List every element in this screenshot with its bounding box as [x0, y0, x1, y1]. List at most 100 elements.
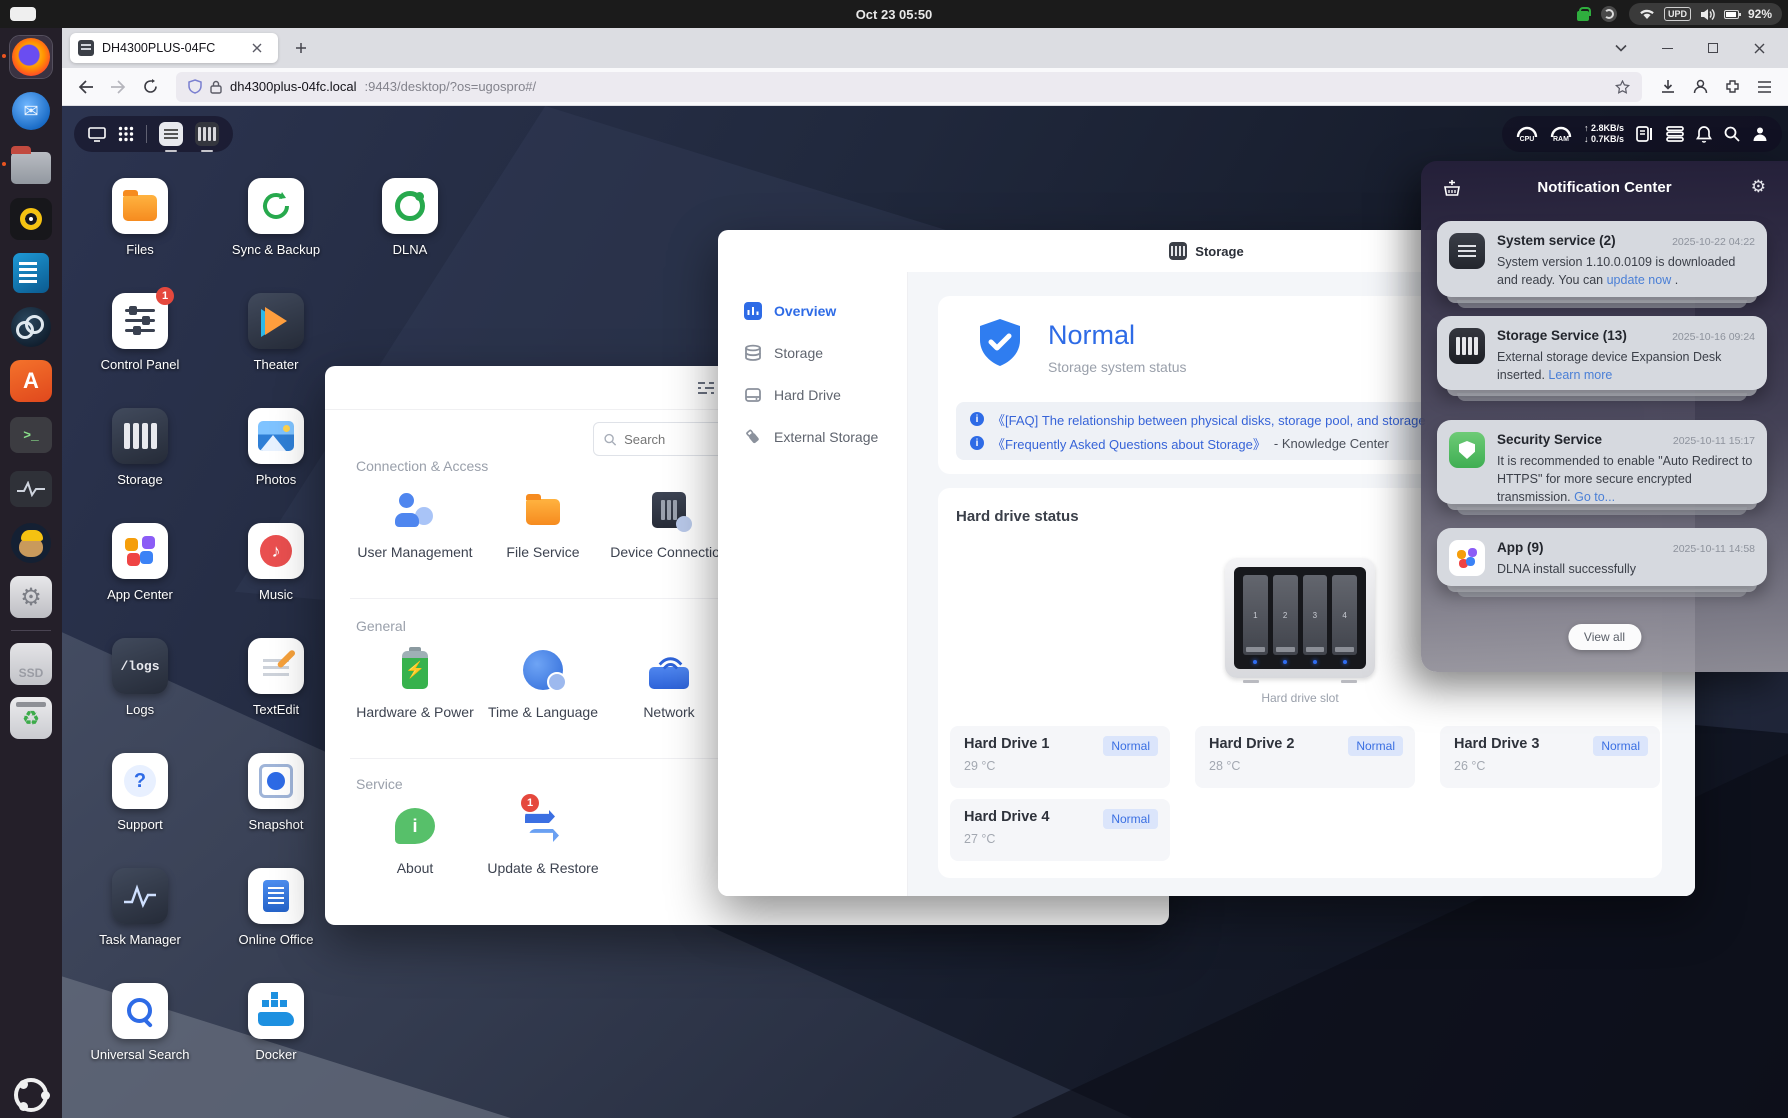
bell-icon[interactable]	[1696, 126, 1712, 143]
maximize-button[interactable]	[1700, 35, 1726, 61]
ram-gauge[interactable]: RAM	[1550, 126, 1572, 143]
desktop-icon-dlna[interactable]: DLNA	[350, 178, 470, 293]
desktop-icon-logs[interactable]: /logsLogs	[80, 638, 200, 753]
control-panel-icon: 1	[112, 293, 168, 349]
url-bar[interactable]: dh4300plus-04fc.local:9443/desktop/?os=u…	[176, 72, 1642, 102]
cp-item-update-restore[interactable]: 1Update & Restore	[478, 802, 608, 876]
menu-hamburger-icon[interactable]	[1750, 73, 1778, 101]
tab-list-chevron-icon[interactable]	[1608, 35, 1634, 61]
dock-app-center-icon[interactable]: A	[10, 360, 52, 402]
dock-libreoffice-writer-icon[interactable]	[10, 252, 52, 294]
notification-system-service[interactable]: System service (2)2025-10-22 04:22 Syste…	[1437, 221, 1767, 297]
cp-item-file-service[interactable]: File Service	[478, 486, 608, 560]
desktop-icon-task-manager[interactable]: Task Manager	[80, 868, 200, 983]
downloads-icon[interactable]	[1654, 73, 1682, 101]
desktop-icon-theater[interactable]: Theater	[216, 293, 336, 408]
desktop-icon-app-center[interactable]: App Center	[80, 523, 200, 638]
dock-firefox-icon[interactable]	[10, 36, 52, 78]
hard-drive-1-card: Hard Drive 1 29 °C Normal	[950, 726, 1170, 788]
cp-item-about[interactable]: iAbout	[350, 802, 480, 876]
desktop-icon-music[interactable]: ♪Music	[216, 523, 336, 638]
support-icon: ?	[112, 753, 168, 809]
notification-storage-service[interactable]: Storage Service (13)2025-10-16 09:24 Ext…	[1437, 316, 1767, 390]
notification-settings-gear-icon[interactable]: ⚙	[1751, 177, 1766, 197]
tray-swirl-icon[interactable]	[1601, 6, 1617, 22]
extensions-icon[interactable]	[1718, 73, 1746, 101]
view-all-button[interactable]: View all	[1568, 624, 1641, 650]
music-icon: ♪	[248, 523, 304, 579]
taskbar-control-panel-window[interactable]	[159, 122, 183, 146]
drive-temperature: 28 °C	[1209, 759, 1401, 773]
desktop-icon-support[interactable]: ?Support	[80, 753, 200, 868]
cp-item-device-connection[interactable]: Device Connection	[604, 486, 734, 560]
back-button[interactable]	[72, 73, 100, 101]
taskbar-storage-window[interactable]	[195, 122, 219, 146]
cp-item-network[interactable]: Network	[604, 646, 734, 720]
system-clock[interactable]: Oct 23 05:50	[0, 0, 1788, 28]
dock-rhythmbox-icon[interactable]	[10, 198, 52, 240]
go-to-link[interactable]: Go to...	[1574, 490, 1615, 504]
network-speeds[interactable]: ↑ 2.8KB/s ↓ 0.7KB/s	[1584, 123, 1624, 146]
pulse-chart-icon	[10, 471, 52, 507]
dock-ubuntu-logo-icon[interactable]	[14, 1078, 48, 1112]
desktop-icon-textedit[interactable]: TextEdit	[216, 638, 336, 753]
update-now-link[interactable]: update now	[1607, 273, 1672, 287]
desktop-icon-storage[interactable]: Storage	[80, 408, 200, 523]
tab-close-icon[interactable]	[244, 35, 270, 61]
desktop-icon-snapshot[interactable]: Snapshot	[216, 753, 336, 868]
reload-button[interactable]	[136, 73, 164, 101]
faq-link-2[interactable]: 《Frequently Asked Questions about Storag…	[992, 434, 1266, 452]
bookmark-star-icon[interactable]	[1615, 80, 1630, 94]
new-tab-button[interactable]	[288, 35, 314, 61]
browser-navbar: dh4300plus-04fc.local:9443/desktop/?os=u…	[62, 68, 1788, 106]
control-panel-window-icon[interactable]	[697, 380, 715, 396]
dock-ssd-drive-icon[interactable]: SSD	[10, 643, 52, 685]
dock-settings-icon[interactable]: ⚙	[10, 576, 52, 618]
dock-gopher-app-icon[interactable]	[10, 522, 52, 564]
about-icon: i	[395, 808, 435, 844]
account-icon[interactable]	[1686, 73, 1714, 101]
show-desktop-icon[interactable]	[88, 127, 106, 142]
tab-strip: DH4300PLUS-04FC	[62, 28, 1788, 68]
minimize-button[interactable]	[1654, 35, 1680, 61]
notification-app[interactable]: App (9)2025-10-11 14:58 DLNA install suc…	[1437, 528, 1767, 586]
desktop-icon-files[interactable]: Files	[80, 178, 200, 293]
update-restore-icon	[523, 808, 563, 844]
app-grid-icon[interactable]	[118, 126, 134, 142]
dock-thunderbird-icon[interactable]: ✉	[10, 90, 52, 132]
user-icon[interactable]	[1752, 126, 1768, 142]
desktop-icon-sync-backup[interactable]: Sync & Backup	[216, 178, 336, 293]
notification-center-title: Notification Center	[1421, 179, 1788, 196]
dock-trash-icon[interactable]: ♻	[10, 697, 52, 739]
dock-system-monitor-icon[interactable]	[10, 468, 52, 510]
cp-item-user-management[interactable]: User Management	[350, 486, 480, 560]
desktop-icon-online-office[interactable]: Online Office	[216, 868, 336, 983]
sidebar-item-overview[interactable]: Overview	[718, 290, 907, 332]
task-queue-icon[interactable]	[1666, 126, 1684, 142]
sidebar-item-external-storage[interactable]: External Storage	[718, 416, 907, 458]
forward-button[interactable]	[104, 73, 132, 101]
cp-item-hardware-power[interactable]: ⚡Hardware & Power	[350, 646, 480, 720]
desktop-icon-control-panel[interactable]: 1Control Panel	[80, 293, 200, 408]
close-button[interactable]	[1746, 35, 1772, 61]
sidebar-item-hard-drive[interactable]: Hard Drive	[718, 374, 907, 416]
drive-temperature: 26 °C	[1454, 759, 1646, 773]
dock-steam-icon[interactable]	[10, 306, 52, 348]
cp-item-time-language[interactable]: Time & Language	[478, 646, 608, 720]
desktop-icon-universal-search[interactable]: Universal Search	[80, 983, 200, 1098]
faq-link-1[interactable]: 《[FAQ] The relationship between physical…	[992, 410, 1426, 428]
lock-indicator-icon[interactable]	[1577, 11, 1589, 21]
cpu-gauge[interactable]: CPU	[1516, 126, 1538, 143]
desktop-icon-photos[interactable]: Photos	[216, 408, 336, 523]
browser-tab[interactable]: DH4300PLUS-04FC	[70, 33, 278, 63]
dock-file-manager-icon[interactable]	[10, 144, 52, 186]
notification-security-service[interactable]: Security Service2025-10-11 15:17 It is r…	[1437, 420, 1767, 504]
desktop-icon-docker[interactable]: Docker	[216, 983, 336, 1098]
task-manager-icon	[112, 868, 168, 924]
dock-terminal-icon[interactable]: >_	[10, 414, 52, 456]
status-tray-pill[interactable]: UPD 92%	[1629, 3, 1782, 25]
search-icon[interactable]	[1724, 126, 1740, 142]
learn-more-link[interactable]: Learn more	[1548, 368, 1612, 382]
widgets-panel-icon[interactable]	[1636, 126, 1654, 142]
sidebar-item-storage[interactable]: Storage	[718, 332, 907, 374]
